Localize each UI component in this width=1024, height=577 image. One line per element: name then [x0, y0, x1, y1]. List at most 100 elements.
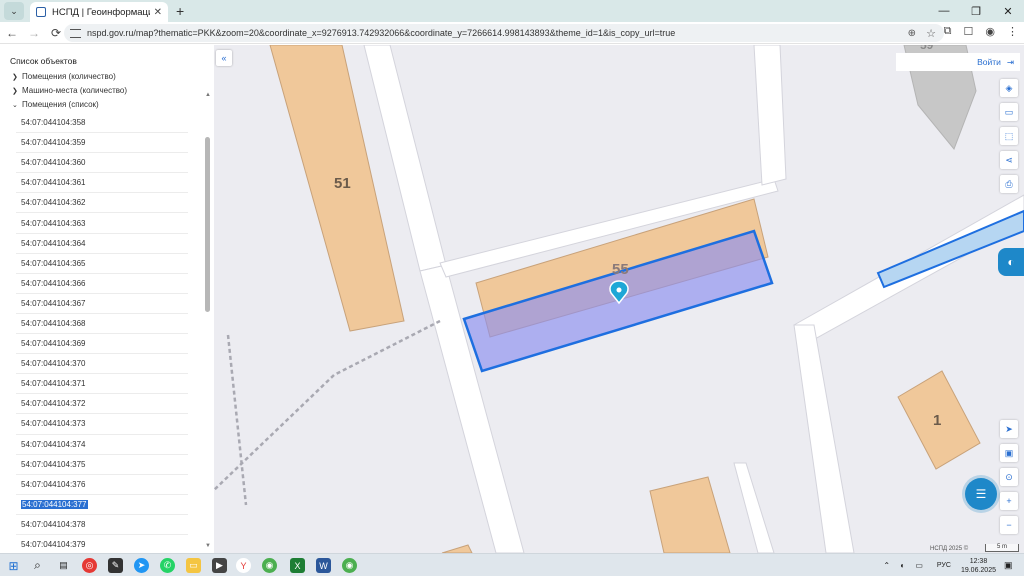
side-info-tab-icon[interactable]: ◐: [998, 248, 1024, 276]
tab-search-button[interactable]: ⌄: [4, 2, 24, 20]
clock[interactable]: 12:38 19.06.2025: [961, 557, 996, 575]
list-item[interactable]: 54:07:044104:372: [16, 394, 188, 415]
list-item-code: 54:07:044104:378: [21, 519, 86, 529]
file-explorer-icon[interactable]: ▭: [186, 558, 201, 573]
browser-tab[interactable]: НСПД | Геоинформационный ✕: [30, 2, 168, 22]
list-item[interactable]: 54:07:044104:365: [16, 254, 188, 274]
zoom-icon[interactable]: ⊕: [908, 28, 916, 39]
media-app-icon[interactable]: ▶: [212, 558, 227, 573]
list-item[interactable]: 54:07:044104:368: [16, 314, 188, 335]
collapse-panel-button[interactable]: «: [216, 50, 232, 66]
list-item-code: 54:07:044104:375: [21, 459, 86, 469]
list-item[interactable]: 54:07:044104:366: [16, 274, 188, 294]
list-item[interactable]: 54:07:044104:370: [16, 354, 188, 375]
pen-app-icon[interactable]: ✎: [108, 558, 123, 573]
telegram-icon[interactable]: ➤: [134, 558, 149, 573]
whatsapp-icon[interactable]: ✆: [160, 558, 175, 573]
building-label-1: 1: [933, 412, 941, 429]
login-bar[interactable]: Войти ⇥: [896, 53, 1020, 71]
group-rooms-count[interactable]: ❯ Помещения (количество): [12, 72, 116, 81]
list-item[interactable]: 54:07:044104:367: [16, 294, 188, 314]
geolocation-icon[interactable]: ➤: [1000, 420, 1018, 438]
group-label: Помещения (список): [22, 100, 99, 109]
list-item[interactable]: 54:07:044104:378: [16, 515, 188, 535]
group-parking-count[interactable]: ❯ Машино-места (количество): [12, 86, 127, 95]
back-button[interactable]: ←: [2, 26, 22, 40]
menu-kebab-icon[interactable]: ⋮: [1007, 25, 1018, 38]
list-item-code: 54:07:044104:362: [21, 198, 86, 208]
list-item[interactable]: 54:07:044104:375: [16, 455, 188, 475]
side-panel-icon[interactable]: ☐: [964, 25, 974, 38]
extensions-icon[interactable]: ⧉: [944, 25, 952, 38]
language-indicator[interactable]: РУС: [937, 562, 951, 569]
panel-title: Список объектов: [10, 56, 77, 66]
zoom-out-button[interactable]: −: [1000, 516, 1018, 534]
reload-button[interactable]: ⟳: [46, 26, 66, 40]
forward-button[interactable]: →: [24, 26, 44, 40]
list-item-code: 54:07:044104:360: [21, 158, 86, 168]
maximize-button[interactable]: ❐: [960, 5, 992, 18]
building-label-59: 59: [920, 45, 934, 52]
login-link[interactable]: Войти: [977, 57, 1001, 67]
object-list-panel: Список объектов ❯ Помещения (количество)…: [0, 45, 214, 553]
ruler-icon[interactable]: ▭: [1000, 103, 1018, 121]
scroll-down-icon[interactable]: ▼: [205, 543, 211, 549]
window-controls: — ❐ ✕: [928, 0, 1024, 22]
group-rooms-list[interactable]: ⌄ Помещения (список): [12, 100, 99, 109]
windows-start-icon[interactable]: ⊞: [6, 558, 21, 573]
tab-title: НСПД | Геоинформационный: [52, 6, 150, 18]
profile-icon[interactable]: ◉: [985, 25, 995, 38]
list-item[interactable]: 54:07:044104:363: [16, 213, 188, 234]
list-item[interactable]: 54:07:044104:360: [16, 153, 188, 174]
clock-date: 19.06.2025: [960, 566, 996, 574]
road-segment: [733, 462, 775, 553]
print-icon[interactable]: ⎙: [1000, 175, 1018, 193]
search-map-icon[interactable]: ⊙: [1000, 468, 1018, 486]
search-icon[interactable]: ⌕: [30, 558, 45, 573]
chevron-right-icon: ❯: [12, 87, 18, 95]
tray-icons[interactable]: ⌃ ◐ ▭: [883, 561, 927, 570]
list-item[interactable]: 54:07:044104:359: [16, 133, 188, 154]
list-item[interactable]: 54:07:044104:373: [16, 414, 188, 435]
chat-icon[interactable]: ☰: [965, 478, 997, 510]
address-bar[interactable]: nspd.gov.ru/map?thematic=PKK&zoom=20&coo…: [64, 24, 944, 42]
tab-close-icon[interactable]: ✕: [154, 7, 162, 18]
bookmark-star-icon[interactable]: ☆: [926, 27, 936, 40]
list-item[interactable]: 54:07:044104:358: [16, 113, 188, 134]
browser-toolbar: ← → ⟳ nspd.gov.ru/map?thematic=PKK&zoom=…: [0, 22, 1024, 44]
chrome-icon[interactable]: ◉: [262, 558, 277, 573]
yandex-browser-icon[interactable]: Y: [236, 558, 251, 573]
word-icon[interactable]: W: [316, 558, 331, 573]
building-label-55: 55: [612, 261, 629, 278]
list-item[interactable]: 54:07:044104:369: [16, 334, 188, 355]
list-item[interactable]: 54:07:044104:374: [16, 435, 188, 455]
map-copyright: НСПД 2025 ©: [930, 546, 969, 552]
notification-icon[interactable]: ▣: [1004, 560, 1018, 571]
site-info-icon[interactable]: [70, 28, 81, 38]
map-canvas[interactable]: 51 55 1 59: [214, 45, 1024, 553]
list-item-code: 54:07:044104:368: [21, 318, 86, 328]
scrollbar-thumb[interactable]: [205, 137, 210, 312]
new-tab-button[interactable]: +: [176, 3, 184, 19]
layers-icon[interactable]: ◈: [1000, 79, 1018, 97]
task-view-icon[interactable]: ▤: [56, 558, 71, 573]
basemap-icon[interactable]: ▣: [1000, 444, 1018, 462]
list-item[interactable]: 54:07:044104:376: [16, 475, 188, 495]
zoom-in-button[interactable]: +: [1000, 492, 1018, 510]
list-item-code: 54:07:044104:358: [21, 118, 86, 128]
list-item[interactable]: 54:07:044104:361: [16, 173, 188, 194]
share-icon[interactable]: ⋖: [1000, 151, 1018, 169]
minimize-button[interactable]: —: [928, 5, 960, 17]
app-icon[interactable]: ◎: [82, 558, 97, 573]
excel-icon[interactable]: X: [290, 558, 305, 573]
list-item[interactable]: 54:07:044104:364: [16, 234, 188, 254]
list-item[interactable]: 54:07:044104:371: [16, 374, 188, 395]
list-item-code: 54:07:044104:364: [21, 238, 86, 248]
chrome-profile-icon[interactable]: ◉: [342, 558, 357, 573]
scrollbar[interactable]: [205, 91, 211, 551]
list-item[interactable]: 54:07:044104:377: [16, 495, 188, 515]
select-area-icon[interactable]: ⬚: [1000, 127, 1018, 145]
list-item[interactable]: 54:07:044104:362: [16, 193, 188, 214]
list-item[interactable]: 54:07:044104:379: [16, 535, 188, 553]
close-window-button[interactable]: ✕: [992, 5, 1024, 18]
